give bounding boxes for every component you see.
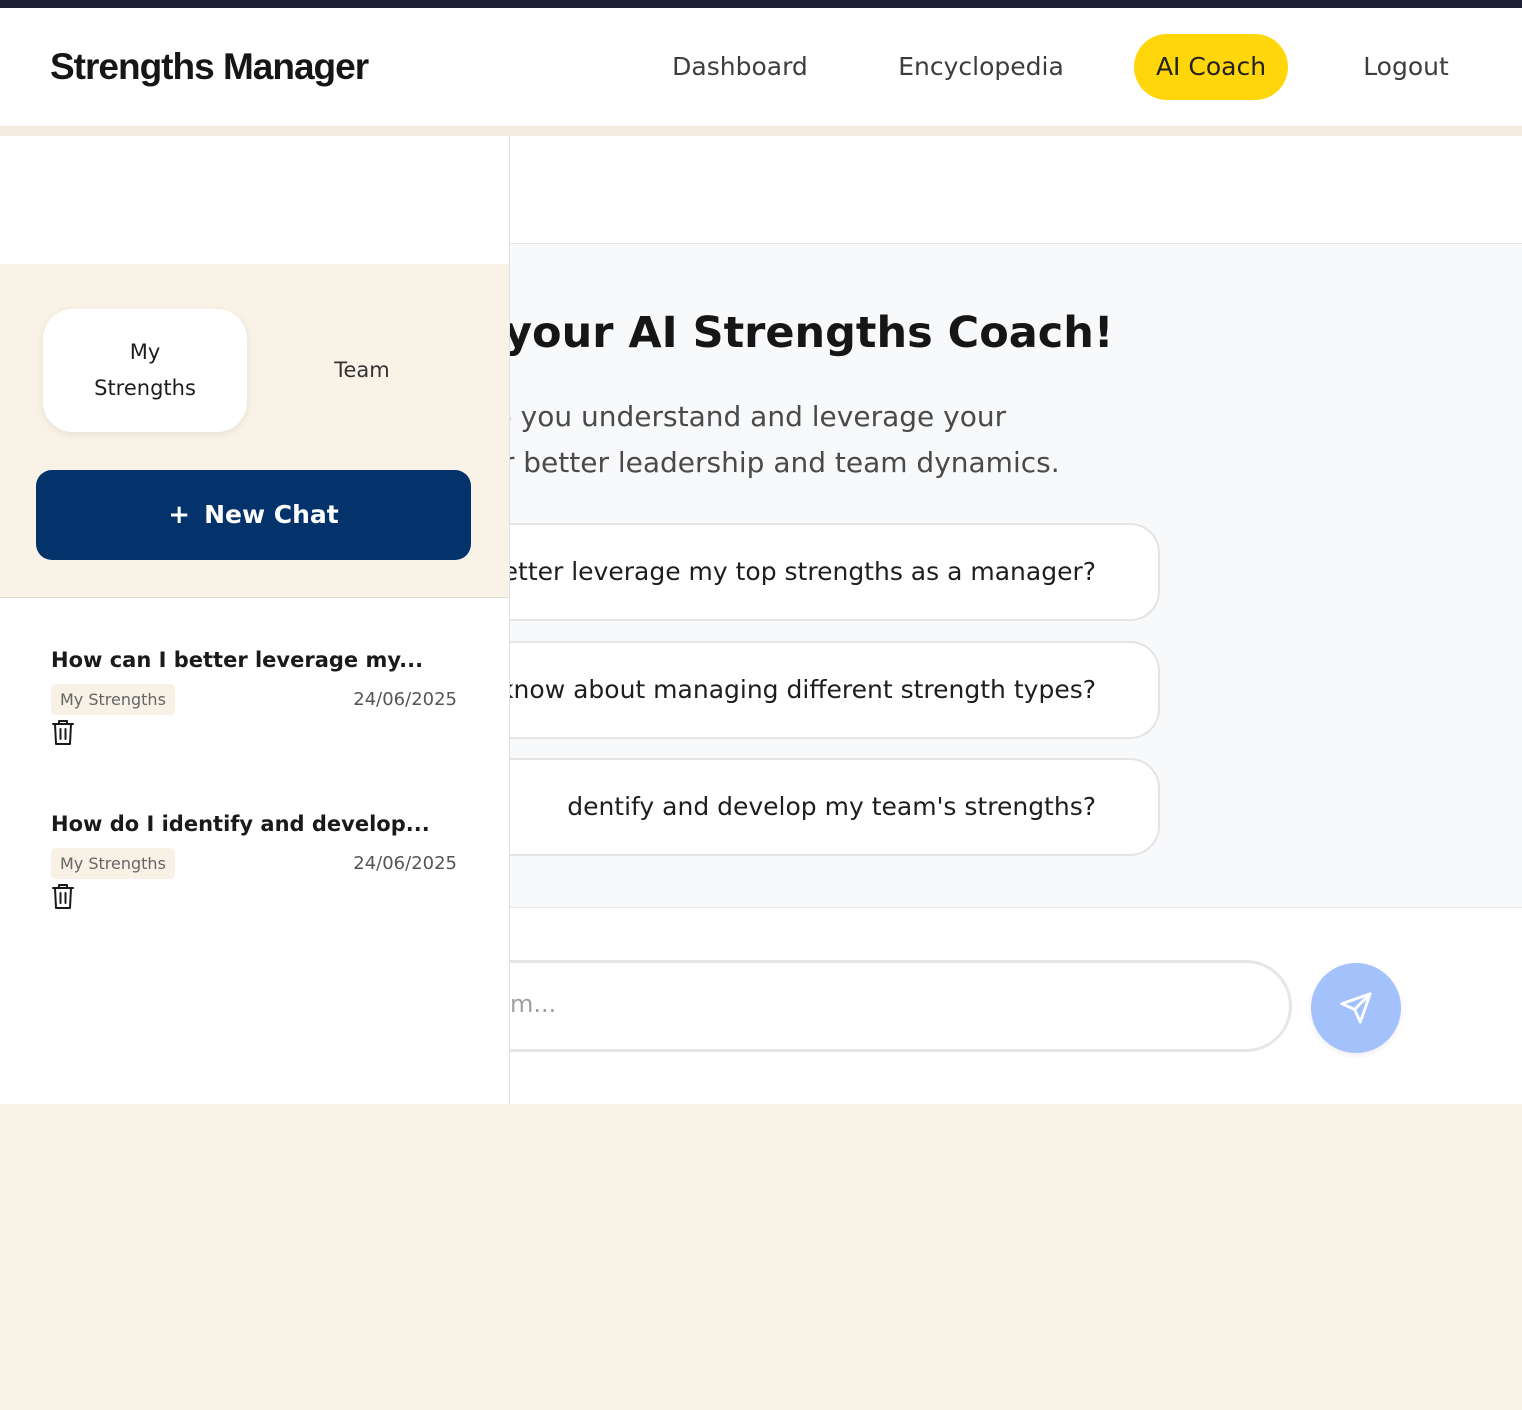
brand-title: Strengths Manager [50,46,369,87]
trash-icon[interactable] [51,718,75,746]
send-button[interactable] [1311,963,1401,1053]
sidebar-header [0,136,509,264]
welcome-subtitle-line: ere to help you understand and leverage … [510,400,1007,433]
top-navbar: Strengths Manager Dashboard Encyclopedia… [0,8,1522,126]
chat-history-title: How do I identify and develop... [51,812,430,836]
suggestion-button[interactable]: dentify and develop my team's strengths? [510,758,1160,856]
header-divider [0,126,1522,136]
tab-my-strengths[interactable]: My Strengths [43,309,247,432]
tab-label: My [129,340,161,364]
suggestion-label: uld I know about managing different stre… [510,675,1096,704]
chat-header [510,136,1522,244]
chat-history-item[interactable]: How can I better leverage my... My Stren… [51,646,457,766]
suggestion-label: better leverage my top strengths as a ma… [510,557,1096,586]
chat-input-placeholder: m... [510,990,557,1018]
send-icon [1340,992,1372,1024]
trash-icon[interactable] [51,882,75,910]
nav-dashboard[interactable]: Dashboard [650,34,830,100]
chat-sidebar: My Strengths Team + New Chat How can I be… [0,136,510,1104]
nav-ai-coach[interactable]: AI Coach [1134,34,1288,100]
window-top-strip [0,0,1522,8]
new-chat-label: New Chat [204,500,339,529]
suggestion-label: dentify and develop my team's strengths? [567,792,1096,821]
chat-input-area: m... [510,908,1522,1104]
chat-history-date: 24/06/2025 [353,853,457,874]
chat-input[interactable] [510,960,1292,1052]
chat-history-tag: My Strengths [51,848,175,879]
suggestion-button[interactable]: better leverage my top strengths as a ma… [510,523,1160,621]
nav-logout[interactable]: Logout [1345,34,1467,100]
chat-main-panel: me to your AI Strengths Coach! ere to he… [510,136,1522,1104]
chat-history-tag: My Strengths [51,684,175,715]
welcome-title: me to your AI Strengths Coach! [510,308,1114,358]
suggestion-button[interactable]: uld I know about managing different stre… [510,641,1160,739]
tab-label: Strengths [94,376,196,400]
tab-team[interactable]: Team [262,309,462,432]
sidebar-controls: My Strengths Team + New Chat [0,264,509,598]
chat-history-date: 24/06/2025 [353,689,457,710]
chat-history-item[interactable]: How do I identify and develop... My Stre… [51,810,457,930]
chat-history-title: How can I better leverage my... [51,648,424,672]
welcome-subtitle-line: rengths for better leadership and team d… [510,446,1060,479]
nav-encyclopedia[interactable]: Encyclopedia [880,34,1082,100]
plus-icon: + [168,500,191,530]
chat-welcome-area: me to your AI Strengths Coach! ere to he… [510,244,1522,908]
welcome-subtitle: ere to help you understand and leverage … [510,394,1100,486]
new-chat-button[interactable]: + New Chat [36,470,471,560]
